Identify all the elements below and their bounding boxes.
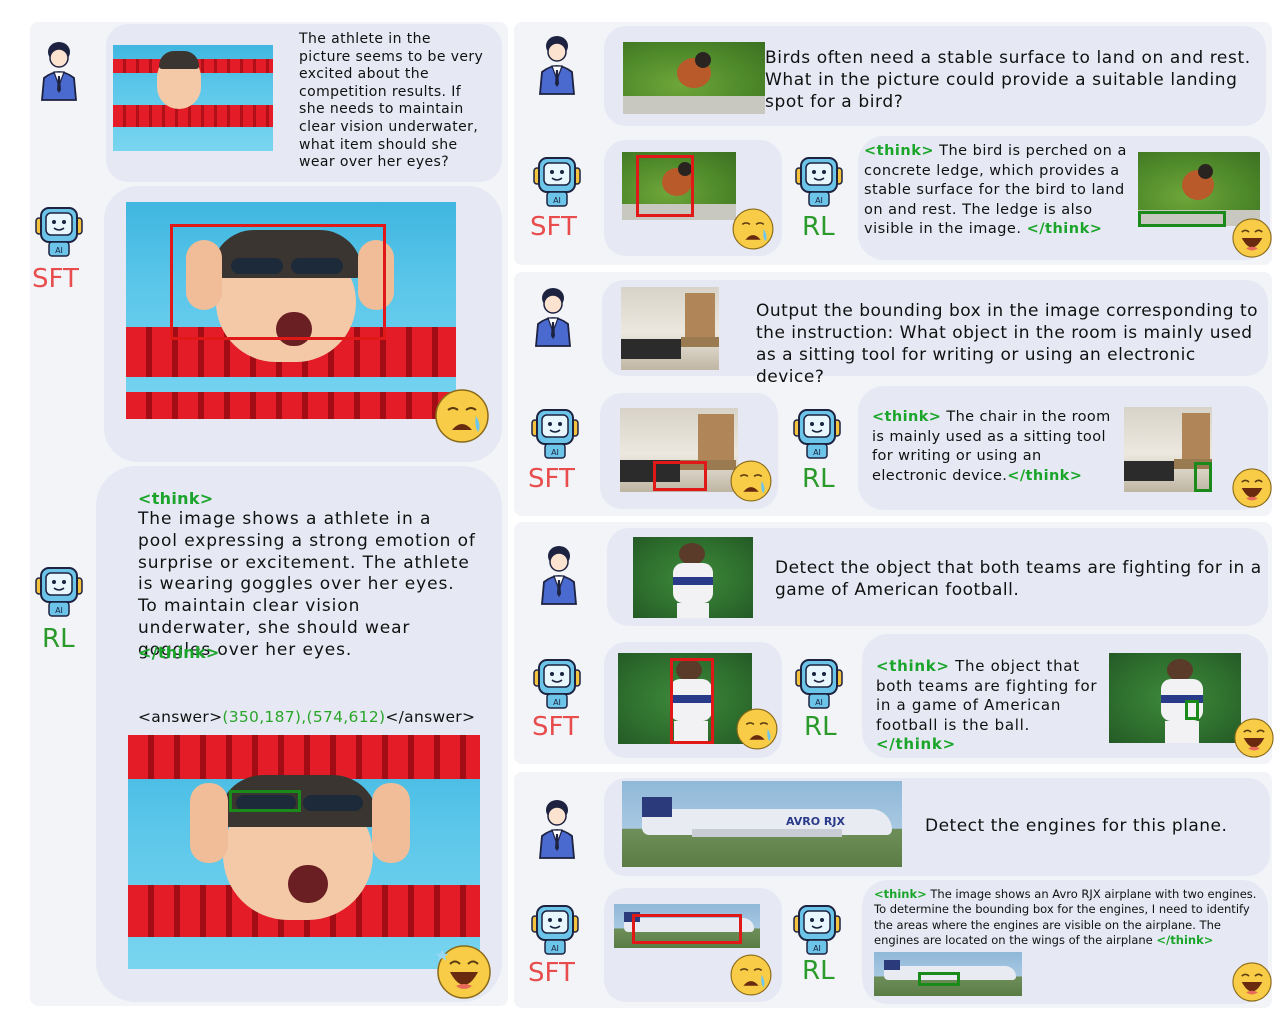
room-photo (621, 287, 719, 370)
sft-bbox (653, 461, 707, 491)
robot-ai-icon: AI (795, 157, 843, 207)
rl-bbox (229, 790, 301, 812)
happy-face-icon (1232, 218, 1272, 258)
think-open-tag: <think> (874, 887, 927, 901)
robot-ai-icon: AI (533, 157, 581, 207)
rl-reasoning-text: The image shows a athlete in a pool expr… (138, 509, 476, 660)
rl-reasoning-text: <think> The chair in the room is mainly … (872, 408, 1116, 486)
bird-photo (623, 42, 765, 114)
swimmer-photo-rl (128, 735, 480, 969)
robot-ai-icon: AI (35, 207, 83, 257)
happy-face-icon (1232, 468, 1272, 508)
question-text: Output the bounding box in the image cor… (756, 301, 1259, 387)
crying-face-icon (435, 389, 489, 443)
crying-face-icon (730, 954, 772, 996)
rl-reasoning-text: <think> The image shows an Avro RJX airp… (874, 887, 1266, 949)
sft-bbox (170, 224, 386, 340)
svg-text:AI: AI (815, 196, 823, 205)
think-close-tag: </think> (876, 735, 956, 754)
rl-answer-line: <answer>(350,187),(574,612)</answer> (138, 706, 475, 728)
rl-label: RL (804, 712, 837, 742)
crying-face-icon (736, 708, 778, 750)
answer-coordinates: (350,187),(574,612) (222, 708, 386, 726)
svg-text:AI: AI (551, 448, 559, 457)
question-text: The athlete in the picture seems to be v… (299, 31, 484, 171)
rl-label: RL (802, 212, 835, 242)
question-text: Detect the object that both teams are fi… (775, 558, 1262, 600)
rl-bbox (1194, 462, 1212, 492)
think-close-tag: </think> (1007, 467, 1083, 484)
think-open-tag: <think> (138, 489, 214, 508)
happy-face-icon (1234, 718, 1274, 758)
think-close-tag: </think> (1026, 221, 1103, 238)
svg-text:AI: AI (815, 698, 823, 707)
sft-bbox (670, 658, 714, 744)
user-avatar-icon (541, 546, 577, 605)
sft-bbox (632, 914, 742, 944)
robot-ai-icon: AI (793, 905, 841, 955)
football-photo (633, 537, 753, 618)
sft-label: SFT (532, 712, 579, 742)
rl-bbox (1185, 700, 1199, 720)
sft-label: SFT (528, 464, 575, 494)
robot-ai-icon: AI (795, 659, 843, 709)
answer-close-tag: </answer> (385, 708, 476, 726)
crying-face-icon (730, 460, 772, 502)
user-avatar-icon (539, 36, 575, 95)
rl-think-open: <think> (138, 488, 213, 510)
svg-text:AI: AI (55, 246, 63, 255)
sft-label: SFT (528, 958, 575, 988)
svg-text:AI: AI (55, 606, 63, 615)
think-open-tag: <think> (872, 409, 942, 425)
robot-ai-icon: AI (531, 905, 579, 955)
crying-face-icon (732, 208, 774, 250)
question-text: Birds often need a stable surface to lan… (765, 48, 1251, 112)
robot-ai-icon: AI (531, 409, 579, 459)
happy-face-icon (1232, 962, 1272, 1002)
think-close-tag: </think> (1156, 933, 1214, 948)
svg-text:AI: AI (551, 944, 559, 953)
user-avatar-icon (539, 800, 575, 859)
rl-label: RL (802, 956, 835, 986)
robot-ai-icon: AI (793, 409, 841, 459)
answer-open-tag: <answer> (138, 708, 223, 726)
rl-label: RL (802, 464, 835, 494)
think-open-tag: <think> (876, 657, 950, 675)
think-open-tag: <think> (864, 143, 934, 159)
svg-text:AI: AI (813, 448, 821, 457)
happy-face-icon (435, 945, 491, 999)
svg-text:AI: AI (813, 944, 821, 953)
think-close-tag: </think> (138, 643, 220, 662)
plane-livery-text: AVRO RJX (786, 815, 845, 828)
user-avatar-icon (41, 42, 77, 101)
svg-text:AI: AI (553, 698, 561, 707)
rl-reasoning-text: <think> The bird is perched on a concret… (864, 142, 1134, 240)
sft-label: SFT (530, 212, 577, 242)
rl-label: RL (42, 624, 75, 654)
rl-think-close: </think> (138, 642, 220, 664)
sft-label: SFT (32, 264, 79, 294)
football-photo-rl (1109, 653, 1241, 743)
plane-photo: AVRO RJX (622, 781, 902, 867)
svg-text:AI: AI (553, 196, 561, 205)
question-text: Detect the engines for this plane. (925, 816, 1228, 836)
swimmer-photo (113, 45, 273, 151)
robot-ai-icon: AI (35, 567, 83, 617)
rl-reasoning-text: <think> The object that both teams are f… (876, 657, 1098, 755)
sft-bbox (636, 155, 694, 217)
user-avatar-icon (535, 288, 571, 347)
rl-bbox (1138, 211, 1226, 227)
rl-bbox (918, 972, 960, 986)
robot-ai-icon: AI (533, 659, 581, 709)
